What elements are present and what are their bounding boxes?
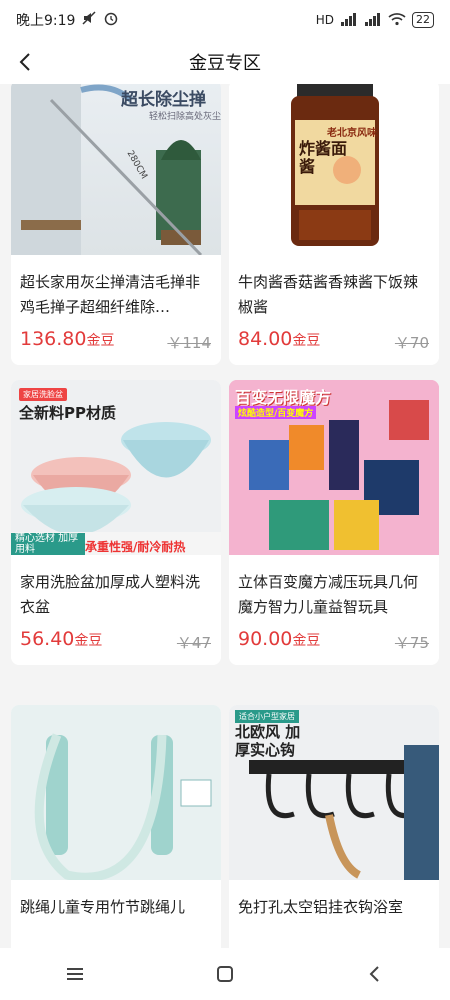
status-right: HD 22 (316, 12, 434, 29)
image-banner: 百变无限魔方 (235, 388, 332, 407)
page-title: 金豆专区 (189, 53, 261, 74)
product-card-duster[interactable]: 超长除尘掸 轻松扫除高处灰尘 280CM 超长家用灰尘掸清洁毛掸非鸡毛掸子超细纤… (11, 84, 221, 365)
product-image: 老北京风味 炸酱面酱 (229, 84, 439, 255)
signal-icon (340, 12, 358, 29)
alarm-icon (103, 10, 119, 30)
image-banner: 超长除尘掸 (121, 90, 206, 110)
price-unit: 金豆 (292, 333, 321, 349)
price-value: 84.00 (238, 328, 293, 350)
product-image (11, 705, 221, 880)
image-banner: 北欧风 加厚实心钩 (235, 723, 301, 759)
footer-left-tag: 精心选材 加厚用料 (11, 533, 85, 555)
product-grid: 超长除尘掸 轻松扫除高处灰尘 280CM 超长家用灰尘掸清洁毛掸非鸡毛掸子超细纤… (0, 84, 450, 948)
image-subbanner: 轻松扫除高处灰尘 (149, 112, 221, 122)
price-value: 56.40 (20, 628, 75, 650)
system-nav-bar (0, 948, 450, 1000)
status-bar: 晚上9:19 HD 22 (0, 0, 450, 40)
mute-icon (81, 10, 97, 30)
product-name: 超长家用灰尘掸清洁毛掸非鸡毛掸子超细纤维除… (20, 273, 201, 316)
jar-label: 炸酱面酱 (299, 139, 348, 176)
chevron-left-icon (19, 53, 30, 71)
product-card-sauce[interactable]: 老北京风味 炸酱面酱 牛肉酱香菇酱香辣酱下饭辣椒酱 84.00金豆 ￥70 (229, 84, 439, 365)
chevron-left-icon (369, 966, 379, 982)
battery-icon: 22 (412, 12, 434, 28)
product-card-hook[interactable]: 适合小户型家居 北欧风 加厚实心钩 免打孔太空铝挂衣钩浴室 (229, 705, 439, 948)
nav-header: 金豆专区 (0, 40, 450, 84)
original-price: ￥75 (394, 634, 429, 652)
menu-button[interactable] (55, 954, 95, 994)
product-price: 136.80金豆 (20, 328, 114, 350)
product-name: 免打孔太空铝挂衣钩浴室 (238, 898, 404, 916)
image-banner: 全新料PP材质 (19, 404, 116, 422)
price-unit: 金豆 (86, 333, 115, 349)
product-image: 超长除尘掸 轻松扫除高处灰尘 280CM (11, 84, 221, 255)
product-name: 家用洗脸盆加厚成人塑料洗衣盆 (20, 573, 201, 616)
product-price: 84.00金豆 (238, 328, 320, 350)
product-card-basin[interactable]: 家居洗脸盆 全新料PP材质 精心选材 加厚用料 承重性强/耐冷耐热 家用洗脸盆加… (11, 380, 221, 665)
square-icon (217, 966, 233, 982)
price-value: 90.00 (238, 628, 293, 650)
image-tag: 适合小户型家居 (235, 710, 299, 723)
status-left: 晚上9:19 (16, 10, 119, 30)
wifi-icon (388, 12, 406, 29)
image-subbanner: 炫酷造型/百变魔方 (235, 406, 317, 419)
jar-brand: 老北京风味 (327, 128, 377, 139)
product-image: 适合小户型家居 北欧风 加厚实心钩 (229, 705, 439, 880)
original-price: ￥114 (167, 334, 211, 352)
back-button[interactable] (12, 48, 40, 76)
signal-icon-2 (364, 12, 382, 29)
product-image: 家居洗脸盆 全新料PP材质 精心选材 加厚用料 承重性强/耐冷耐热 (11, 380, 221, 555)
original-price: ￥47 (176, 634, 211, 652)
price-unit: 金豆 (292, 633, 321, 649)
product-image: 百变无限魔方 炫酷造型/百变魔方 (229, 380, 439, 555)
menu-icon (67, 968, 83, 980)
product-price: 56.40金豆 (20, 628, 102, 650)
home-button[interactable] (205, 954, 245, 994)
footer-right-tag: 承重性强/耐冷耐热 (85, 540, 186, 554)
product-card-jumprope[interactable]: 跳绳儿童专用竹节跳绳儿 (11, 705, 221, 948)
back-nav-button[interactable] (355, 954, 395, 994)
price-value: 136.80 (20, 328, 87, 350)
network-label: HD (315, 13, 334, 27)
original-price: ￥70 (394, 334, 429, 352)
status-time: 晚上9:19 (16, 13, 76, 29)
product-price: 90.00金豆 (238, 628, 320, 650)
product-name: 牛肉酱香菇酱香辣酱下饭辣椒酱 (238, 273, 419, 316)
product-card-cube[interactable]: 百变无限魔方 炫酷造型/百变魔方 立体百变魔方减压玩具几何魔方智力儿童益智玩具 … (229, 380, 439, 665)
price-unit: 金豆 (74, 633, 103, 649)
product-name: 立体百变魔方减压玩具几何魔方智力儿童益智玩具 (238, 573, 419, 616)
image-tag: 家居洗脸盆 (19, 388, 67, 401)
product-name: 跳绳儿童专用竹节跳绳儿 (20, 898, 186, 916)
